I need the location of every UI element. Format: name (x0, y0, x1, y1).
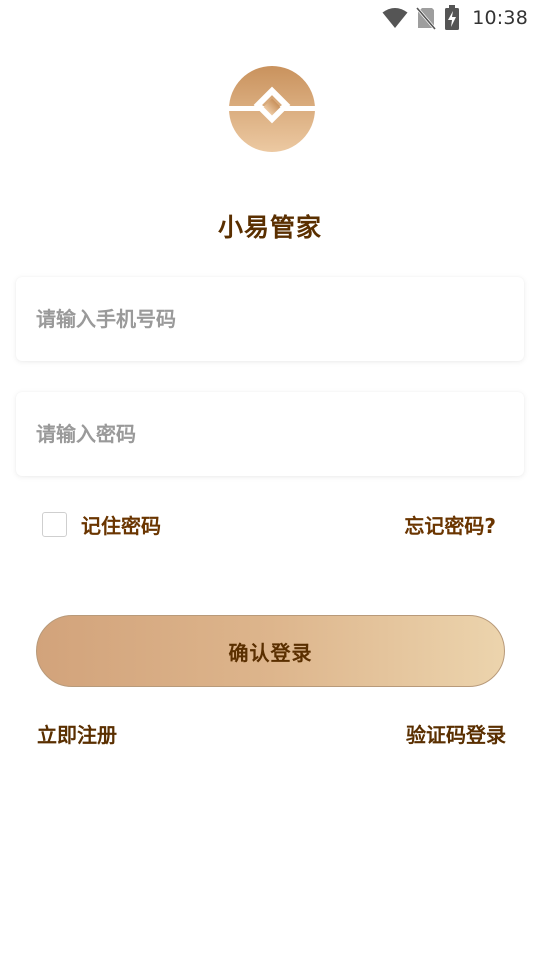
remember-password-checkbox[interactable] (42, 511, 67, 537)
forgot-password-link[interactable]: 忘记密码? (404, 510, 496, 539)
status-bar: 10:38 (0, 0, 540, 36)
login-button-label: 确认登录 (228, 640, 313, 665)
remember-password-toggle[interactable]: 记住密码 (42, 510, 161, 539)
bottom-links: 立即注册 验证码登录 (37, 718, 506, 748)
password-input-card (16, 392, 524, 476)
phone-input-card (16, 277, 524, 361)
password-input[interactable] (36, 422, 504, 446)
wifi-icon (382, 7, 408, 29)
no-sim-icon (416, 6, 437, 30)
status-time: 10:38 (472, 7, 528, 29)
app-title: 小易管家 (217, 213, 322, 242)
register-link[interactable]: 立即注册 (37, 719, 117, 748)
remember-row: 记住密码 忘记密码? (42, 508, 496, 540)
phone-input[interactable] (36, 307, 504, 331)
login-screen: 10:38 小易管家 记住密码 忘记密码? (0, 0, 540, 960)
battery-charging-icon (444, 5, 460, 31)
login-button[interactable]: 确认登录 (36, 615, 505, 687)
app-logo-icon (229, 66, 315, 152)
sms-login-link[interactable]: 验证码登录 (406, 719, 506, 748)
remember-password-label: 记住密码 (81, 513, 161, 538)
